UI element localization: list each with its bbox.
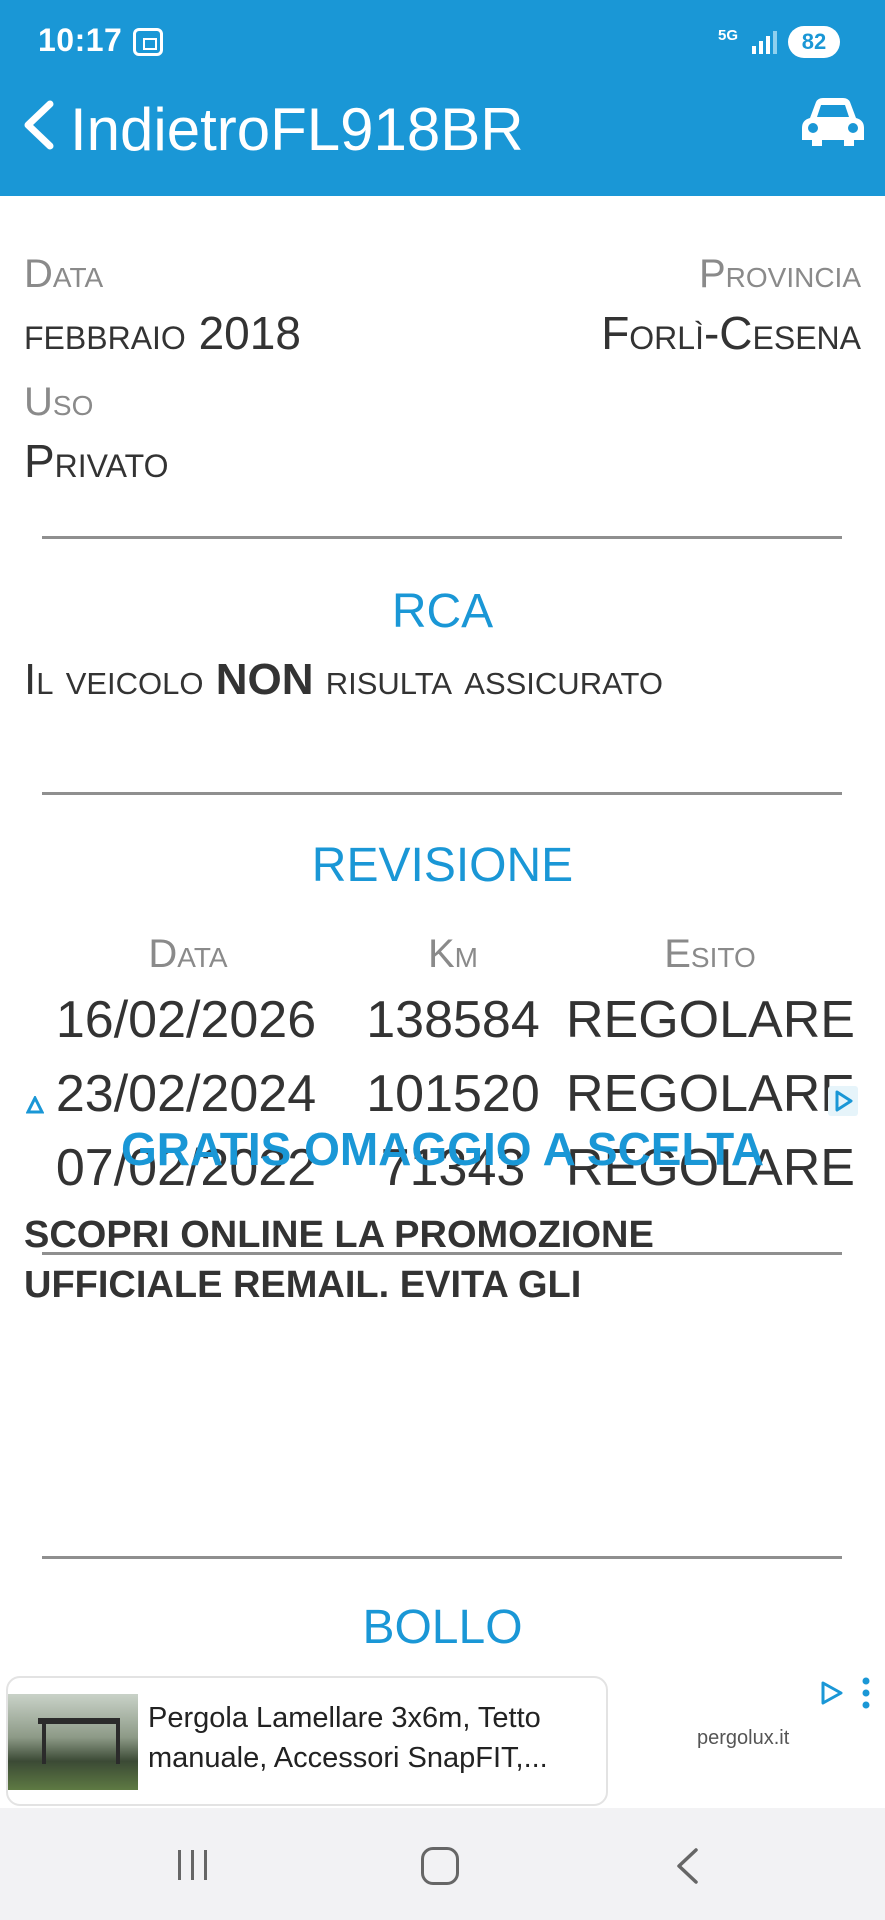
back-chevron-icon[interactable] xyxy=(20,100,60,150)
screenshot-icon xyxy=(133,28,163,56)
revisione-header-esito: Esito xyxy=(664,932,756,976)
ad-text[interactable]: SCOPRI ONLINE LA PROMOZIONE UFFICIALE RE… xyxy=(24,1210,724,1310)
revisione-title: REVISIONE xyxy=(311,839,574,892)
bollo-title: BOLLO xyxy=(362,1601,523,1654)
back-button[interactable]: IndietroFL918BR xyxy=(70,94,524,166)
pergola-image[interactable] xyxy=(8,1694,138,1790)
ad-triangle-icon xyxy=(26,1096,44,1114)
divider xyxy=(42,792,842,795)
status-bar: 10:17 5G 82 xyxy=(0,0,885,86)
app-bar: 10:17 5G 82 IndietroFL918BR xyxy=(0,0,885,196)
ad-choices-icon[interactable] xyxy=(816,1678,846,1708)
home-icon[interactable] xyxy=(421,1847,459,1885)
revisione-header-km: Km xyxy=(427,932,478,976)
revisione-cell: REGOLARE xyxy=(566,1065,855,1123)
revisione-header-data: Data xyxy=(148,932,228,976)
rca-text-before: Il veicolo xyxy=(24,655,216,704)
uso-value: Privato xyxy=(24,435,169,487)
signal-icon xyxy=(752,31,777,54)
revisione-cell: 101520 xyxy=(366,1065,540,1123)
data-value: febbraio 2018 xyxy=(24,307,301,359)
banner-ad-card[interactable]: Pergola Lamellare 3x6m, Tetto manuale, A… xyxy=(6,1676,608,1806)
provincia-value: Forlì-Cesena xyxy=(601,307,861,359)
divider xyxy=(42,1556,842,1559)
rca-text-after: risulta assicurato xyxy=(313,655,663,704)
more-options-icon[interactable] xyxy=(860,1676,872,1710)
battery-indicator: 82 xyxy=(788,26,840,58)
data-label: Data xyxy=(24,252,104,296)
revisione-cell: 138584 xyxy=(366,991,540,1049)
rca-text-emphasis: NON xyxy=(215,655,314,704)
vehicle-details[interactable]: IMMATRICOLAZIONE Data Provincia febbraio… xyxy=(0,196,885,1676)
provincia-label: Provincia xyxy=(698,252,861,296)
rca-status: Il veicolo NON risulta assicurato xyxy=(24,648,724,712)
ad-choices-icon[interactable] xyxy=(828,1086,858,1116)
uso-label: Uso xyxy=(24,380,94,424)
rca-title: RCA xyxy=(391,585,494,638)
nav-back-icon[interactable] xyxy=(672,1846,702,1886)
immatricolazione-heading: IMMATRICOLAZIONE xyxy=(0,196,885,206)
recents-icon[interactable] xyxy=(174,1848,212,1882)
revisione-cell: 23/02/2024 xyxy=(55,1065,317,1123)
banner-ad-domain[interactable]: pergolux.it xyxy=(697,1727,789,1750)
status-time: 10:17 xyxy=(38,22,123,58)
car-icon[interactable] xyxy=(800,96,866,148)
revisione-cell: REGOLARE xyxy=(566,991,855,1049)
divider xyxy=(42,536,842,539)
banner-ad-text[interactable]: Pergola Lamellare 3x6m, Tetto manuale, A… xyxy=(148,1698,598,1778)
network-type: 5G xyxy=(718,27,739,44)
revisione-cell: 16/02/2026 xyxy=(55,991,317,1049)
ad-title[interactable]: GRATIS OMAGGIO A SCELTA xyxy=(0,1122,885,1176)
